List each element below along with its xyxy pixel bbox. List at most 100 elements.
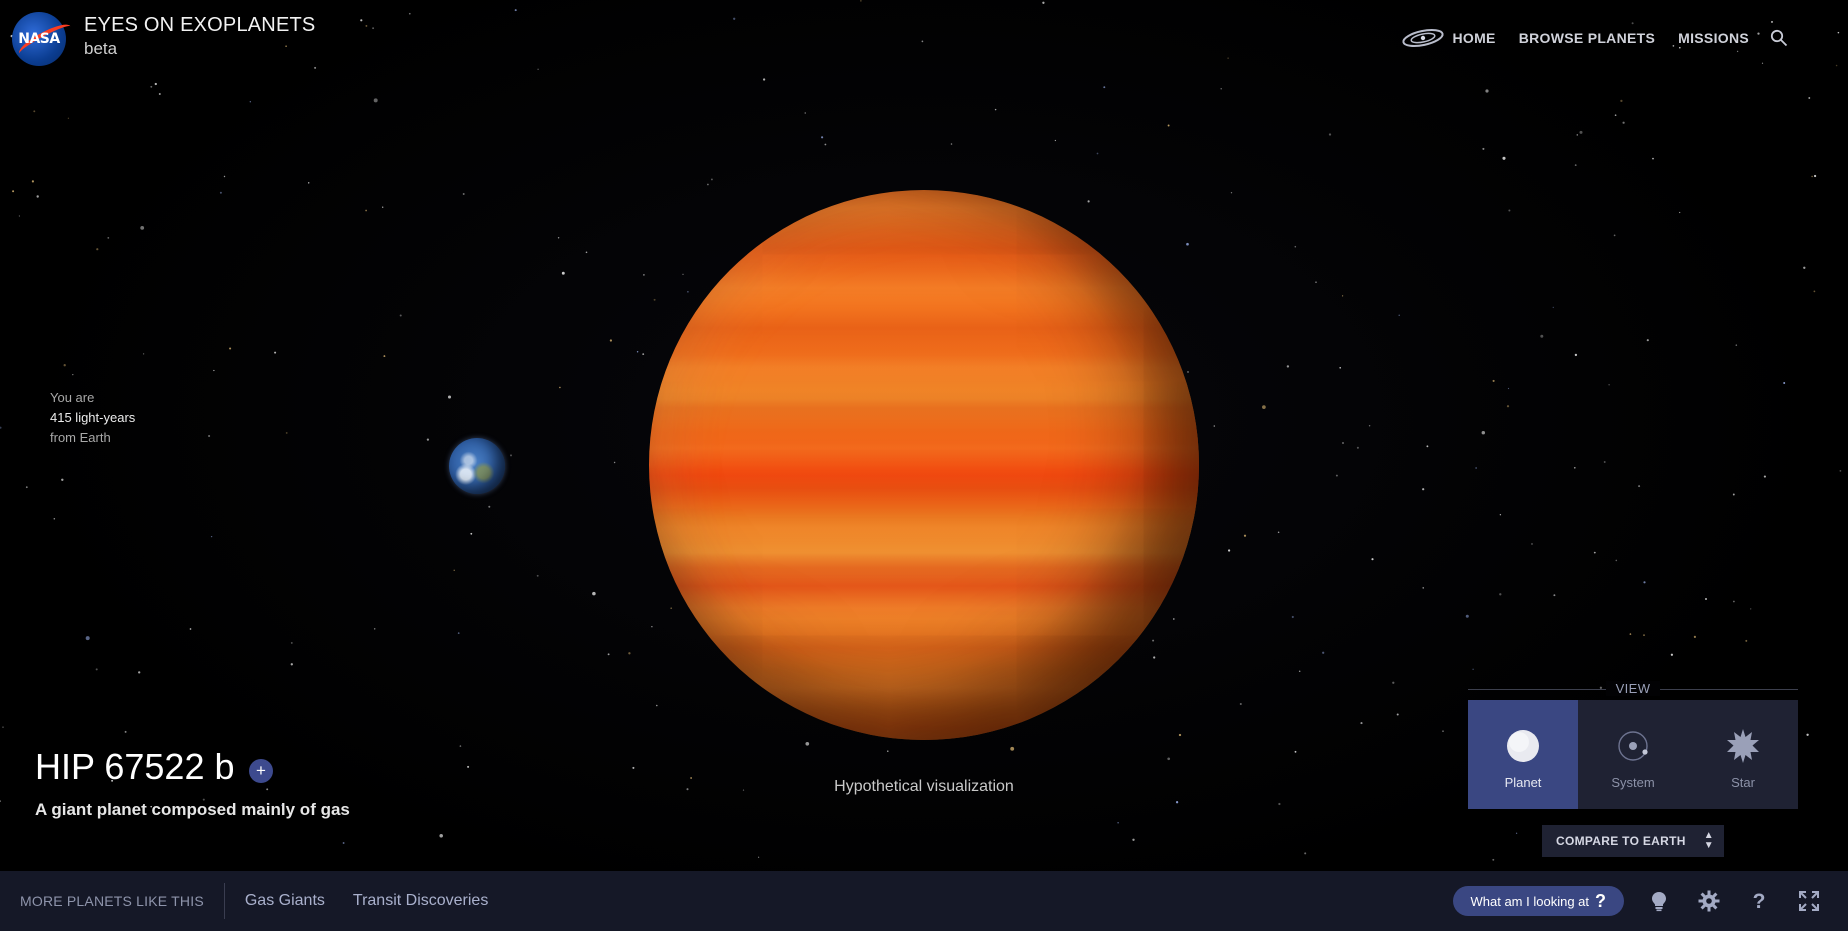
app-subtitle: beta (84, 39, 118, 58)
star-point (1230, 192, 1233, 194)
star-point (96, 248, 99, 251)
star-point (1499, 593, 1502, 596)
planet-render[interactable] (649, 190, 1199, 740)
planet-title-block: HIP 67522 b + A giant planet composed ma… (35, 746, 350, 820)
star-point (1426, 445, 1429, 448)
star-point (447, 395, 452, 399)
star-point (1341, 441, 1345, 445)
link-gas-giants[interactable]: Gas Giants (245, 892, 325, 910)
star-point (824, 143, 827, 146)
star-point (1813, 290, 1816, 293)
star-point (1745, 639, 1748, 642)
star-point (150, 85, 153, 88)
star-point (213, 369, 215, 372)
star-point (1010, 746, 1015, 751)
star-point (1646, 339, 1649, 342)
star-point (757, 856, 760, 858)
more-planets-label: MORE PLANETS LIKE THIS (20, 893, 204, 909)
link-transit-discoveries[interactable]: Transit Discoveries (353, 892, 488, 910)
exoplanet-viewer[interactable]: NASA EYES ON EXOPLANETS beta HOME BROWSE… (0, 0, 1848, 931)
lightbulb-icon[interactable] (1648, 890, 1670, 912)
updown-chevron-icon: ▲ ▼ (1703, 830, 1714, 851)
star-point (290, 641, 293, 644)
star-point (687, 291, 689, 293)
star-point (1507, 387, 1510, 390)
star-point (342, 842, 345, 844)
star-point (1552, 306, 1555, 309)
gear-icon[interactable] (1698, 890, 1720, 912)
star-point (1117, 822, 1119, 824)
star-point (439, 834, 443, 838)
star-point (1103, 86, 1106, 89)
star-point (138, 671, 141, 674)
star-point (1808, 97, 1811, 99)
star-point (613, 461, 616, 464)
star-point (1172, 618, 1175, 620)
view-label-text: VIEW (1605, 681, 1661, 696)
nav-missions[interactable]: MISSIONS (1678, 30, 1749, 46)
star-point (85, 636, 90, 641)
star-point (95, 668, 98, 671)
galaxy-icon[interactable] (1401, 28, 1445, 48)
star-point (1679, 211, 1681, 214)
star-point (1422, 587, 1424, 589)
star-point (1735, 344, 1738, 346)
star-point (1167, 757, 1171, 761)
star-point (1705, 598, 1707, 600)
star-point (18, 215, 20, 217)
star-point (399, 314, 402, 317)
star-point (1475, 467, 1477, 469)
star-point (1506, 405, 1510, 408)
star-point (682, 273, 684, 275)
star-point (1472, 668, 1474, 670)
star-point (1643, 581, 1646, 584)
view-planet-button[interactable]: Planet (1468, 700, 1578, 809)
star-point (1262, 405, 1266, 409)
star-point (607, 653, 610, 656)
star-point (285, 431, 288, 434)
question-icon[interactable]: ? (1748, 890, 1770, 912)
star-point (1732, 493, 1735, 496)
star-point (223, 175, 226, 178)
star-point (1243, 534, 1247, 537)
app-title[interactable]: EYES ON EXOPLANETS (84, 14, 315, 37)
more-info-button[interactable]: + (248, 759, 273, 783)
star-point (1622, 121, 1625, 124)
star-point (1227, 549, 1231, 552)
star-point (1328, 133, 1332, 136)
compare-to-earth-select[interactable]: COMPARE TO EARTH ▲ ▼ (1542, 825, 1724, 857)
star-point (592, 591, 596, 596)
star-point (1481, 430, 1486, 435)
star-point (373, 98, 378, 103)
star-point (208, 434, 211, 438)
search-icon[interactable] (1770, 29, 1788, 47)
star-point (707, 183, 709, 186)
earth-comparison[interactable] (449, 438, 505, 494)
star-point (1763, 475, 1766, 478)
nav-browse-planets[interactable]: BROWSE PLANETS (1519, 30, 1655, 46)
star-point (1187, 371, 1189, 373)
star-point (656, 704, 658, 707)
planet-icon (1507, 730, 1539, 762)
star-point (1087, 200, 1090, 203)
nasa-logo[interactable]: NASA (12, 12, 75, 66)
what-am-i-looking-at-button[interactable]: What am I looking at ? (1452, 886, 1624, 916)
star-point (124, 730, 127, 733)
star-point (470, 532, 473, 535)
fullscreen-icon[interactable] (1798, 890, 1820, 912)
nav-home[interactable]: HOME (1453, 30, 1496, 46)
star-point (1360, 722, 1363, 725)
view-star-button[interactable]: Star (1688, 700, 1798, 809)
star-point (2, 726, 4, 728)
planet-name: HIP 67522 b (35, 746, 235, 787)
star-point (1465, 614, 1469, 618)
compare-label: COMPARE TO EARTH (1556, 834, 1686, 848)
star-point (1574, 164, 1577, 167)
star-point (1614, 114, 1617, 117)
star-point (290, 663, 293, 666)
view-system-button[interactable]: System (1578, 700, 1688, 809)
view-label: VIEW (1468, 680, 1798, 700)
view-system-label: System (1611, 775, 1655, 790)
star-point (61, 478, 64, 482)
star-point (1629, 633, 1632, 635)
